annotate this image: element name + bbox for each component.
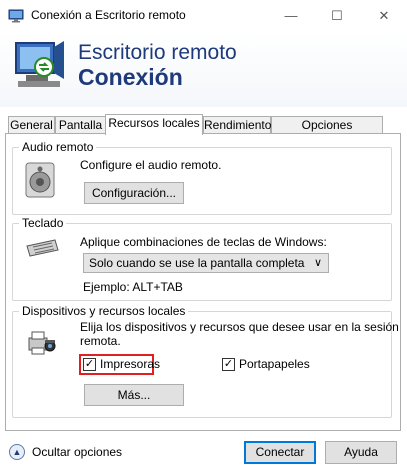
clipboard-checkbox[interactable]: ✓	[222, 358, 235, 371]
devices-group-label: Dispositivos y recursos locales	[19, 304, 189, 318]
tab-recursos-locales[interactable]: Recursos locales	[105, 114, 203, 135]
banner-title: Escritorio remoto	[78, 41, 237, 64]
audio-group: Audio remoto Configure el audio remoto. …	[12, 140, 392, 215]
speaker-icon	[25, 162, 55, 198]
tab-rendimiento[interactable]: Rendimiento	[203, 116, 271, 134]
devices-icon	[28, 331, 56, 355]
maximize-button[interactable]: ☐	[314, 0, 360, 31]
devices-description-line2: remota.	[80, 334, 121, 348]
minimize-button[interactable]: —	[268, 0, 314, 31]
tab-strip: General Pantalla Recursos locales Rendim…	[8, 114, 400, 148]
keyboard-select-value: Solo cuando se use la pantalla completa	[89, 256, 305, 270]
hide-options-link[interactable]: Ocultar opciones	[32, 445, 122, 459]
printers-label[interactable]: Impresoras	[100, 357, 160, 371]
tab-general[interactable]: General	[8, 116, 55, 134]
tab-opciones-avanzadas[interactable]: Opciones avanzadas	[271, 116, 383, 148]
printers-checkbox[interactable]: ✓	[83, 358, 96, 371]
keyboard-group: Teclado Aplique combinaciones de teclas …	[12, 216, 392, 301]
keyboard-icon	[26, 239, 59, 257]
keyboard-description: Aplique combinaciones de teclas de Windo…	[80, 235, 327, 249]
keyboard-group-label: Teclado	[19, 216, 67, 230]
help-button[interactable]: Ayuda	[325, 441, 397, 464]
keyboard-example: Ejemplo: ALT+TAB	[83, 280, 183, 294]
devices-group: Dispositivos y recursos locales Elija lo…	[12, 304, 399, 418]
close-button[interactable]: ✕	[361, 0, 407, 31]
more-devices-button[interactable]: Más...	[84, 384, 184, 406]
audio-settings-button[interactable]: Configuración...	[84, 182, 184, 204]
devices-description-line1: Elija los dispositivos y recursos que de…	[80, 320, 399, 334]
collapse-chevron-icon[interactable]: ▲	[9, 444, 25, 460]
remote-desktop-icon	[8, 9, 24, 23]
banner: Escritorio remoto Conexión	[0, 31, 407, 107]
keyboard-combination-select[interactable]: Solo cuando se use la pantalla completa …	[83, 253, 329, 273]
banner-subtitle: Conexión	[78, 64, 183, 90]
chevron-down-icon: ∨	[313, 257, 322, 269]
window-title: Conexión a Escritorio remoto	[31, 8, 186, 22]
title-bar: Conexión a Escritorio remoto — ☐ ✕	[0, 0, 407, 31]
audio-description: Configure el audio remoto.	[80, 158, 222, 172]
tab-pantalla[interactable]: Pantalla	[55, 116, 106, 134]
clipboard-label[interactable]: Portapapeles	[239, 357, 310, 371]
audio-group-label: Audio remoto	[19, 140, 97, 154]
connect-button[interactable]: Conectar	[244, 441, 316, 464]
tab-panel: Audio remoto Configure el audio remoto. …	[5, 133, 401, 431]
remote-desktop-logo-icon	[15, 41, 64, 87]
